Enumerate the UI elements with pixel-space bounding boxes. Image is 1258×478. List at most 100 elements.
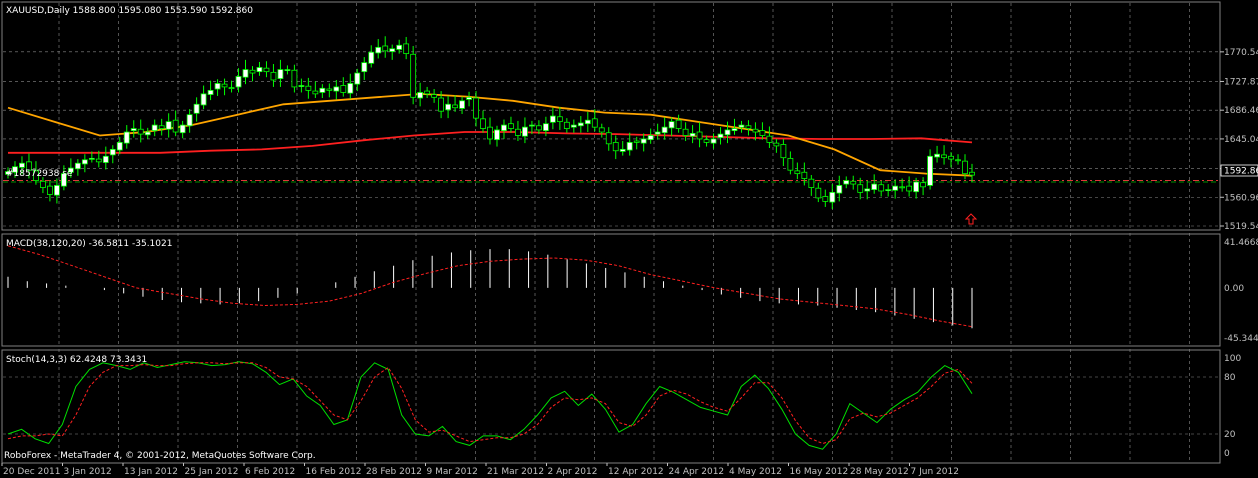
candle-body bbox=[710, 138, 717, 144]
candle-body bbox=[109, 148, 116, 156]
candle-body bbox=[843, 180, 850, 185]
candle-body bbox=[200, 93, 207, 106]
candle-body bbox=[766, 135, 773, 143]
candle-body bbox=[717, 133, 724, 138]
candle-body bbox=[682, 128, 689, 136]
candle-body bbox=[88, 157, 95, 160]
time-tick-label: 6 Feb 2012 bbox=[245, 467, 295, 477]
price-tick-label: 1560.96 bbox=[1224, 193, 1258, 203]
candle-body bbox=[529, 124, 535, 127]
candle-body bbox=[899, 186, 906, 189]
candle-body bbox=[815, 187, 822, 199]
candle-body bbox=[74, 162, 81, 170]
candle-body bbox=[871, 183, 878, 191]
candle-body bbox=[438, 97, 445, 112]
candle-body bbox=[207, 89, 214, 95]
candle-body bbox=[654, 131, 661, 135]
time-tick-label: 2 Apr 2012 bbox=[548, 467, 598, 477]
time-tick-label: 16 Feb 2012 bbox=[306, 467, 362, 477]
candle-body bbox=[326, 88, 333, 91]
candle-body bbox=[752, 128, 759, 133]
symbol-info: XAUUSD,Daily 1588.800 1595.080 1553.590 … bbox=[6, 6, 253, 16]
time-tick-label: 7 Jun 2012 bbox=[911, 467, 959, 477]
candle-body bbox=[542, 123, 549, 132]
candle-body bbox=[47, 185, 53, 195]
candle-body bbox=[165, 121, 172, 130]
stoch-tick-label: 0 bbox=[1224, 449, 1230, 459]
time-tick-label: 24 Apr 2012 bbox=[669, 467, 725, 477]
candle-body bbox=[40, 180, 46, 188]
time-tick-label: 20 Dec 2011 bbox=[3, 467, 61, 477]
candle-body bbox=[668, 121, 675, 129]
candle-body bbox=[53, 185, 60, 196]
price-tick-label: 1645.04 bbox=[1224, 135, 1258, 145]
candle-body bbox=[417, 92, 424, 99]
candle-body bbox=[214, 83, 221, 90]
candle-body bbox=[647, 135, 654, 141]
candle-body bbox=[640, 138, 647, 144]
candle-body bbox=[354, 72, 361, 85]
time-tick-label: 13 Jan 2012 bbox=[124, 467, 178, 477]
candle-body bbox=[116, 142, 123, 151]
candle-body bbox=[284, 69, 291, 71]
candle-body bbox=[556, 116, 563, 123]
candle-body bbox=[724, 129, 731, 136]
time-tick-label: 21 Mar 2012 bbox=[487, 467, 544, 477]
candle-body bbox=[256, 67, 263, 73]
candle-body bbox=[773, 142, 780, 147]
candle-body bbox=[822, 196, 829, 202]
candle-body bbox=[508, 123, 514, 129]
candle-body bbox=[151, 124, 158, 132]
candle-body bbox=[298, 85, 305, 87]
candle-body bbox=[319, 87, 326, 93]
candle-body bbox=[941, 154, 947, 159]
candle-body bbox=[235, 76, 242, 88]
candle-body bbox=[920, 182, 927, 188]
time-tick-label: 28 May 2012 bbox=[850, 467, 909, 477]
candle-body bbox=[179, 124, 186, 134]
candle-body bbox=[864, 188, 871, 192]
candle-body bbox=[123, 131, 130, 144]
candle-body bbox=[466, 96, 472, 100]
candle-body bbox=[612, 142, 619, 152]
stoch-tick-label: 80 bbox=[1224, 373, 1236, 383]
candle-body bbox=[242, 69, 249, 78]
candle-body bbox=[738, 124, 745, 128]
candle-body bbox=[361, 62, 368, 73]
candle-body bbox=[689, 133, 696, 137]
candle-body bbox=[801, 171, 808, 179]
price-tick-label: 1519.54 bbox=[1224, 222, 1258, 232]
candle-body bbox=[535, 125, 542, 131]
candle-body bbox=[703, 139, 710, 143]
candle-body bbox=[794, 170, 801, 175]
candle-body bbox=[501, 124, 507, 132]
candle-body bbox=[130, 128, 137, 132]
candle-body bbox=[780, 144, 787, 159]
candle-body bbox=[144, 131, 151, 136]
candle-body bbox=[459, 100, 465, 109]
candle-body bbox=[431, 94, 438, 98]
time-tick-label: 28 Feb 2012 bbox=[366, 467, 422, 477]
candle-body bbox=[948, 155, 954, 160]
candle-body bbox=[675, 119, 682, 129]
price-tick-label: 1770.54 bbox=[1224, 48, 1258, 58]
metatrader-chart[interactable]: 1770.541727.871686.461645.041602.371560.… bbox=[0, 0, 1258, 478]
candle-body bbox=[808, 178, 815, 188]
candle-body bbox=[424, 90, 431, 95]
candle-body bbox=[340, 85, 347, 93]
stoch-tick-label: 100 bbox=[1224, 354, 1241, 364]
order-label[interactable]: #18572938 se bbox=[6, 169, 73, 179]
candle-body bbox=[633, 140, 640, 143]
copyright-text: RoboForex - MetaTrader 4, © 2001-2012, M… bbox=[4, 451, 316, 461]
candle-body bbox=[263, 67, 270, 73]
candle-body bbox=[584, 119, 591, 125]
candle-body bbox=[969, 171, 975, 176]
candle-body bbox=[396, 44, 403, 50]
candle-body bbox=[452, 104, 458, 109]
candle-body bbox=[619, 148, 626, 152]
candle-body bbox=[850, 180, 857, 185]
candle-body bbox=[913, 181, 920, 193]
candle-body bbox=[955, 159, 961, 162]
candle-body bbox=[410, 53, 417, 98]
stochastic-label: Stoch(14,3,3) 62.4248 73.3431 bbox=[6, 355, 147, 365]
